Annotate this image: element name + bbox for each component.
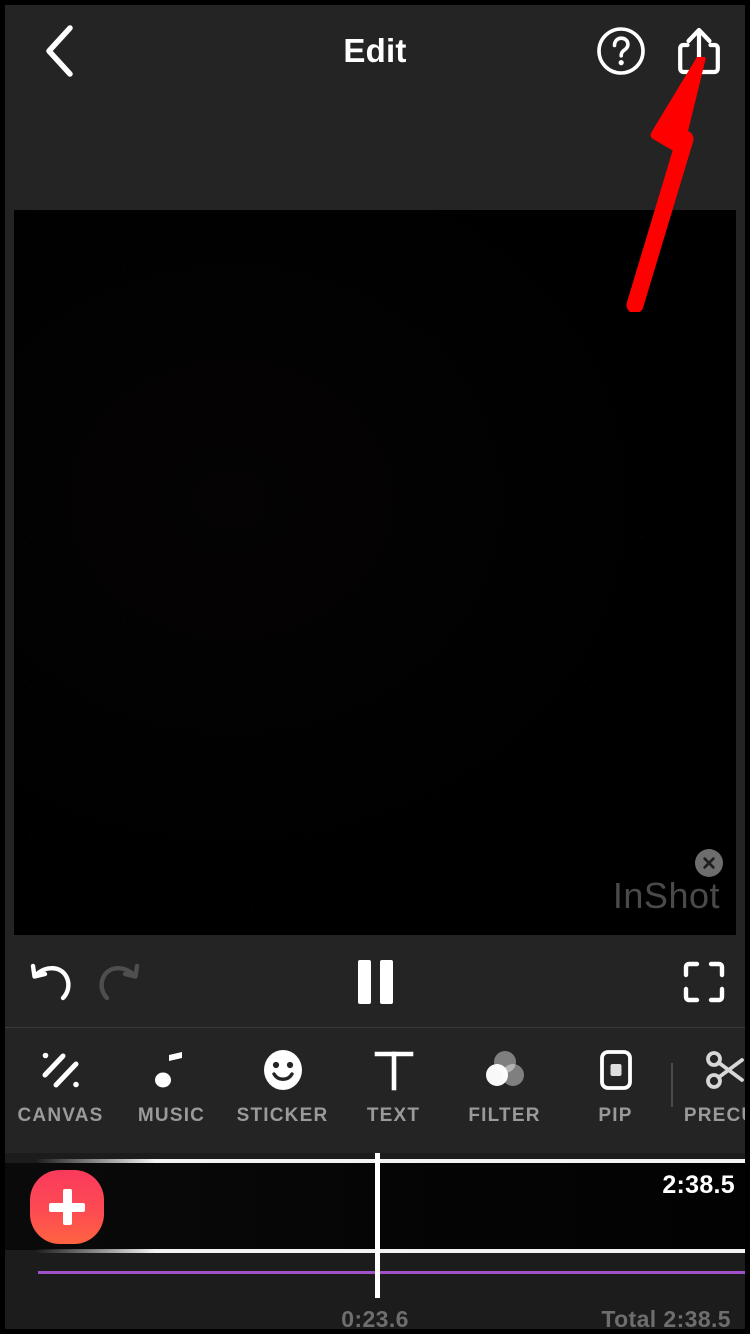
tool-text-label: TEXT bbox=[366, 1105, 421, 1126]
tool-canvas[interactable]: CANVAS bbox=[5, 1028, 116, 1153]
tool-pip-label: PIP bbox=[598, 1105, 633, 1126]
fullscreen-icon bbox=[683, 961, 725, 1003]
tool-sticker[interactable]: STICKER bbox=[227, 1028, 338, 1153]
tool-sticker-label: STICKER bbox=[236, 1105, 329, 1126]
add-clip-button[interactable] bbox=[30, 1170, 104, 1244]
redo-arrow-icon bbox=[99, 963, 140, 1001]
tool-music[interactable]: MUSIC bbox=[116, 1028, 227, 1153]
fullscreen-button[interactable] bbox=[675, 953, 733, 1011]
smiley-face-icon bbox=[260, 1047, 306, 1093]
playback-control-bar bbox=[5, 935, 745, 1028]
tool-canvas-label: CANVAS bbox=[17, 1105, 104, 1126]
tool-text[interactable]: TEXT bbox=[338, 1028, 449, 1153]
undo-arrow-icon bbox=[30, 963, 71, 1001]
filter-circles-icon bbox=[482, 1047, 528, 1093]
tool-music-label: MUSIC bbox=[137, 1105, 206, 1126]
top-navigation-bar: Edit bbox=[5, 5, 745, 97]
tool-precut-label: PRECUT bbox=[683, 1105, 745, 1126]
undo-button[interactable] bbox=[23, 953, 81, 1011]
playhead-indicator[interactable] bbox=[375, 1153, 380, 1298]
tool-pip[interactable]: PIP bbox=[560, 1028, 671, 1153]
edit-tools-toolbar[interactable]: CANVAS MUSIC STICKER TEXT FILTER PIP PRE… bbox=[5, 1028, 745, 1153]
pause-icon bbox=[357, 960, 393, 1004]
video-preview-area: InShot bbox=[5, 97, 745, 935]
timeline-time-footer: 0:23.6 Total 2:38.5 bbox=[5, 1302, 745, 1332]
music-track-line[interactable] bbox=[38, 1271, 745, 1274]
total-time-label: Total 2:38.5 bbox=[601, 1306, 731, 1332]
text-t-icon bbox=[371, 1047, 417, 1093]
share-export-icon bbox=[678, 27, 720, 75]
share-export-button[interactable] bbox=[667, 19, 731, 83]
music-note-icon bbox=[149, 1047, 195, 1093]
play-pause-button[interactable] bbox=[346, 953, 404, 1011]
help-button[interactable] bbox=[589, 19, 653, 83]
pip-square-icon bbox=[593, 1047, 639, 1093]
inshot-editor-screen: Edit InShot CANVAS MUSIC STICKER TEXT FI… bbox=[0, 0, 750, 1334]
scissors-icon bbox=[704, 1047, 746, 1093]
toolbar-divider bbox=[671, 1063, 673, 1107]
inshot-watermark: InShot bbox=[612, 875, 720, 916]
redo-button bbox=[89, 953, 147, 1011]
tool-filter[interactable]: FILTER bbox=[449, 1028, 560, 1153]
close-x-icon bbox=[703, 857, 715, 869]
tool-precut[interactable]: PRECUT bbox=[671, 1028, 745, 1153]
tool-filter-label: FILTER bbox=[468, 1105, 541, 1126]
question-circle-icon bbox=[597, 27, 645, 75]
video-canvas[interactable]: InShot bbox=[14, 210, 736, 935]
canvas-stripes-icon bbox=[38, 1047, 84, 1093]
video-frame-content bbox=[14, 210, 736, 935]
plus-icon-vertical bbox=[62, 1189, 72, 1225]
watermark-close-button[interactable] bbox=[695, 849, 723, 877]
clip-duration-label: 2:38.5 bbox=[662, 1171, 735, 1199]
